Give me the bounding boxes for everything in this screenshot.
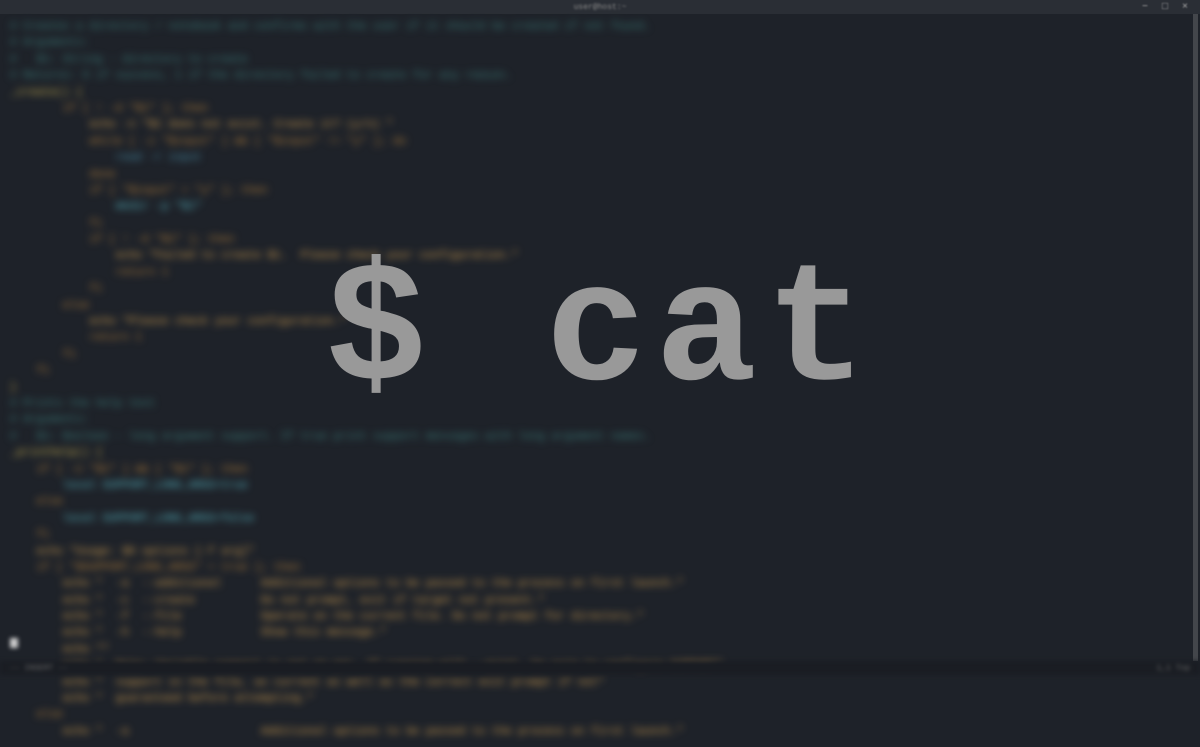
code-line: else bbox=[10, 708, 1190, 723]
code-line: read -r input bbox=[10, 151, 1190, 166]
code-line: # Returns: 0 if success, 1 if the direct… bbox=[10, 69, 1190, 84]
maximize-icon[interactable]: □ bbox=[1162, 2, 1170, 10]
code-line: else bbox=[10, 495, 1190, 510]
code-line: echo " guaranteed before attempting." bbox=[10, 692, 1190, 707]
code-line: echo " -c --create Do not prompt, exit i… bbox=[10, 594, 1190, 609]
code-line: _printhelp() { bbox=[10, 446, 1190, 461]
statusbar-mode: -- INSERT -- bbox=[10, 664, 68, 673]
prompt-symbol: $ bbox=[325, 237, 435, 430]
code-line: local SUPPORT_LONG_ARGS=false bbox=[10, 512, 1190, 527]
code-line: if [ "$input" = "y" ]; then bbox=[10, 184, 1190, 199]
code-line: echo " -h --help Show this message." bbox=[10, 626, 1190, 641]
code-line: while [ -z "$input" ] && [ "$input" != "… bbox=[10, 135, 1190, 150]
code-line: # $1: String - directory to create bbox=[10, 53, 1190, 68]
window-titlebar: user@host:~ − □ × bbox=[0, 0, 1200, 14]
code-line: echo " -f --file Operate on the current … bbox=[10, 610, 1190, 625]
code-line: # Arguments: bbox=[10, 36, 1190, 51]
code-line: echo "Usage: $0 options [-f arg]" bbox=[10, 545, 1190, 560]
code-line: done bbox=[10, 168, 1190, 183]
code-line: _create() { bbox=[10, 86, 1190, 101]
code-line: # $1: Boolean - long argument support. I… bbox=[10, 430, 1190, 445]
code-line: local SUPPORT_LONG_ARGS=true bbox=[10, 479, 1190, 494]
code-line: echo " support in the file, as current a… bbox=[10, 676, 1190, 691]
minimize-icon[interactable]: − bbox=[1142, 2, 1150, 10]
code-line: echo " -a Additional options to be passe… bbox=[10, 725, 1190, 740]
code-line: if [ "$SUPPORT_LONG_ARGS" = true ]; then bbox=[10, 561, 1190, 576]
statusbar-position: 1,1 Top bbox=[1156, 664, 1190, 673]
cursor-indicator bbox=[10, 638, 18, 648]
code-line: if [ ! -d "$1" ]; then bbox=[10, 102, 1190, 117]
code-line: echo "" bbox=[10, 643, 1190, 658]
code-line: echo " -a --additional Additional option… bbox=[10, 577, 1190, 592]
code-line: echo -n "$1 does not exist. Create it? (… bbox=[10, 118, 1190, 133]
command-text: cat bbox=[545, 237, 875, 430]
code-line: if [ -n "$1" ] && [ "$1" ]; then bbox=[10, 463, 1190, 478]
window-title: user@host:~ bbox=[574, 3, 627, 12]
scrollbar[interactable] bbox=[1193, 14, 1198, 661]
code-line: fi bbox=[10, 528, 1190, 543]
code-line: fi bbox=[10, 217, 1190, 232]
statusbar: -- INSERT -- 1,1 Top bbox=[0, 661, 1200, 675]
command-overlay: $ cat bbox=[325, 237, 875, 430]
code-line: mkdir -p "$1" bbox=[10, 200, 1190, 215]
window-controls: − □ × bbox=[1142, 2, 1190, 10]
scrollbar-thumb[interactable] bbox=[1193, 14, 1198, 661]
close-icon[interactable]: × bbox=[1182, 2, 1190, 10]
code-line: # Creates a directory / notebook and con… bbox=[10, 20, 1190, 35]
